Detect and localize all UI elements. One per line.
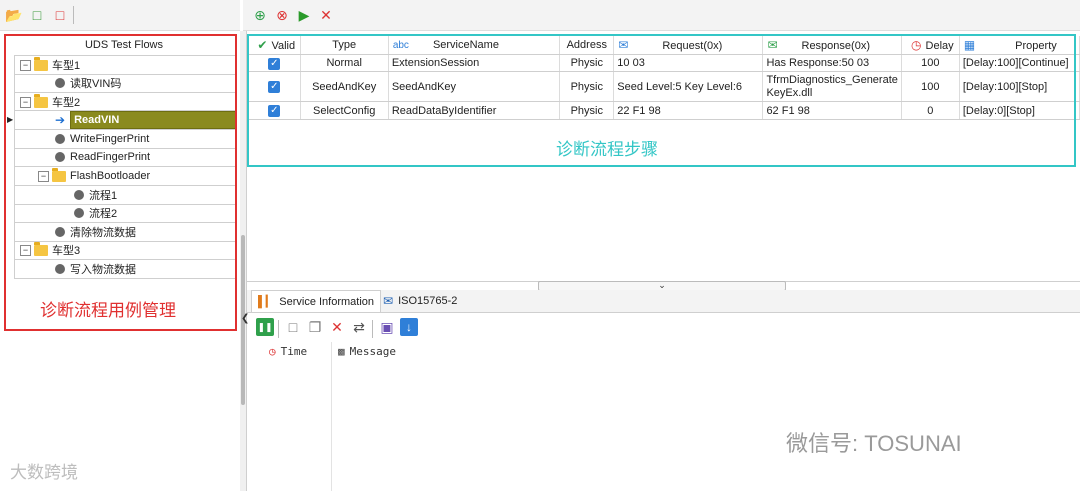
diagnostic-steps-caption: 诊断流程步骤 xyxy=(556,140,658,159)
copy-icon[interactable]: ❐ xyxy=(306,318,324,336)
log-column-divider xyxy=(331,342,332,491)
clock-icon: ◷ xyxy=(269,345,276,358)
left-toolbar: 📂 □ □ xyxy=(0,0,240,31)
clear-icon[interactable]: ✕ xyxy=(328,318,346,336)
toolbar-separator xyxy=(278,320,279,338)
toolbar-separator xyxy=(372,320,373,338)
tab-label: ISO15765-2 xyxy=(398,294,458,307)
folder-open-icon[interactable]: 📂 xyxy=(5,6,23,24)
log-col-message-label: Message xyxy=(349,345,396,358)
run-icon[interactable]: ▶ xyxy=(295,6,313,24)
log-col-time-label: Time xyxy=(280,345,308,358)
envelope-icon: ✉ xyxy=(383,293,394,308)
flow-management-caption: 诊断流程用例管理 xyxy=(40,301,176,320)
bar-chart-icon: ▌▎ xyxy=(258,296,275,308)
log-col-message[interactable]: ▩ Message xyxy=(338,345,396,358)
tab-iso15765-2[interactable]: ✉ ISO15765-2 xyxy=(377,290,463,311)
comment-icon: ▩ xyxy=(338,345,345,358)
right-toolbar: ⊕ ⊗ ▶ ✕ xyxy=(243,0,1080,31)
export-icon[interactable]: ⇄ xyxy=(350,318,368,336)
chevron-left-icon[interactable]: ❮ xyxy=(241,313,249,324)
watermark-right: 微信号: TOSUNAI xyxy=(786,431,962,456)
watermark-left: 大数跨境 xyxy=(10,463,78,482)
flow-management-highlight xyxy=(4,34,237,331)
new-file-icon[interactable]: □ xyxy=(284,318,302,336)
add-icon[interactable]: ⊕ xyxy=(251,6,269,24)
pause-icon[interactable]: ❚❚ xyxy=(256,318,274,336)
log-toolbar: ❚❚ □ ❐ ✕ ⇄ ▣ ↓ xyxy=(252,316,1077,338)
close-icon[interactable]: ✕ xyxy=(317,6,335,24)
log-col-time[interactable]: ◷ Time xyxy=(269,345,307,358)
bottom-tab-bar: ▌▎ Service Information ✉ ISO15765-2 xyxy=(247,290,1080,313)
tab-service-information[interactable]: ▌▎ Service Information xyxy=(251,290,382,312)
toolbar-separator xyxy=(73,6,74,24)
save-icon[interactable]: ▣ xyxy=(378,318,396,336)
add-file-icon[interactable]: □ xyxy=(28,6,46,24)
autoscroll-down-icon[interactable]: ↓ xyxy=(400,318,418,336)
remove-icon[interactable]: ⊗ xyxy=(273,6,291,24)
delete-file-icon[interactable]: □ xyxy=(51,6,69,24)
log-area: ◷ Time ▩ Message xyxy=(252,340,1078,491)
tab-label: Service Information xyxy=(279,295,375,308)
chevron-down-icon: ⌄ xyxy=(658,280,666,290)
diagnostic-steps-highlight xyxy=(247,34,1076,167)
